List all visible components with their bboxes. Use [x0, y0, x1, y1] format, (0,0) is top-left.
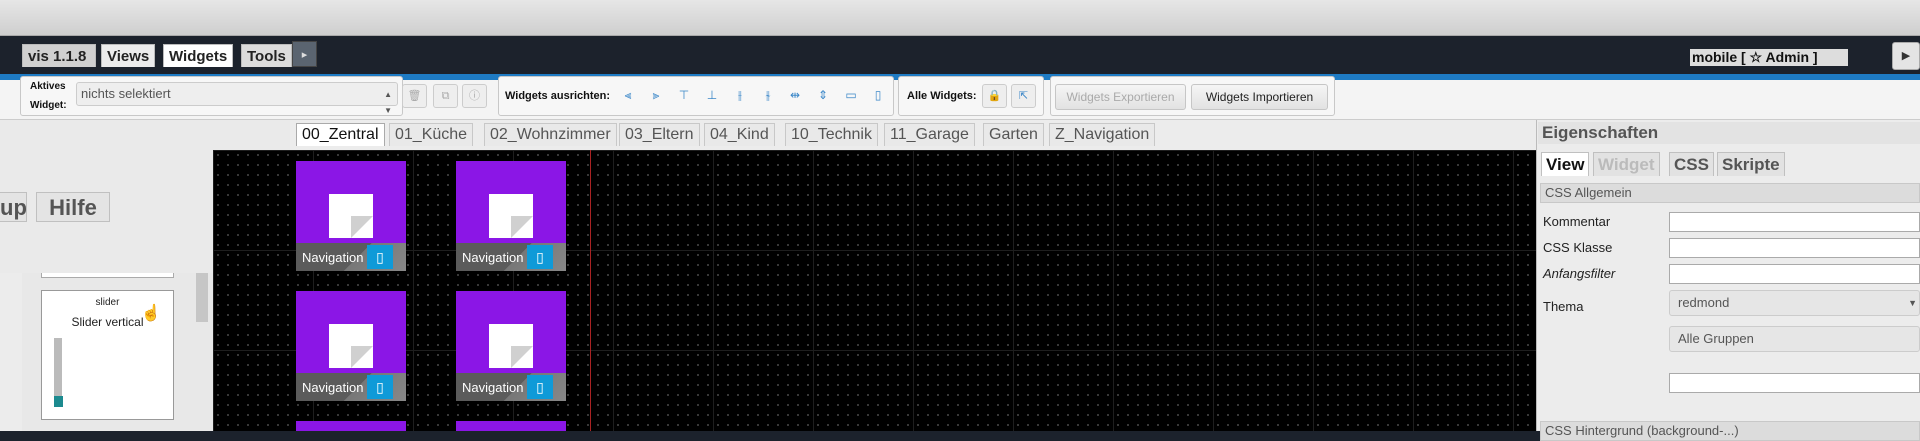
same-height-icon[interactable]: ▯	[870, 88, 886, 103]
tile-label: Navigation	[462, 250, 524, 265]
css-class-label: CSS Klasse	[1543, 240, 1613, 255]
tile-label: Navigation	[462, 380, 524, 395]
document-fold	[351, 346, 373, 368]
lock-all-button[interactable]: 🔒	[982, 84, 1007, 108]
same-width-icon[interactable]: ▭	[843, 88, 859, 103]
document-fold	[511, 216, 533, 238]
file-icon: ▯	[527, 375, 553, 399]
align-widgets-label: Widgets ausrichten:	[505, 90, 611, 102]
tab-page-1[interactable]: 01_Küche	[389, 123, 474, 146]
navigation-tile[interactable]	[456, 421, 566, 431]
tab-page-3[interactable]: 03_Eltern	[619, 123, 700, 146]
all-widgets-label: Alle Widgets:	[907, 90, 977, 102]
chevron-down-icon: ▼	[1908, 298, 1917, 308]
guide-line	[590, 150, 591, 431]
document-fold	[511, 346, 533, 368]
copy-icon: ⧉	[441, 90, 450, 102]
collapse-button[interactable]: ▸	[292, 41, 317, 67]
version-tab[interactable]: vis 1.1.8	[22, 44, 96, 67]
widget-card-slider[interactable]: slider Slider vertical ☝	[41, 290, 174, 420]
navigation-tile[interactable]: Navigation ▯	[456, 291, 566, 401]
open-all-button[interactable]: ⇱	[1011, 84, 1036, 108]
comment-input[interactable]	[1669, 212, 1920, 232]
export-widgets-button[interactable]: Widgets Exportieren	[1055, 84, 1186, 110]
align-right-icon[interactable]: ⫸	[648, 88, 664, 103]
start-filter-input[interactable]	[1669, 264, 1920, 284]
trash-icon: 🗑	[407, 90, 422, 102]
document-fold	[351, 216, 373, 238]
comment-label: Kommentar	[1543, 214, 1611, 229]
file-icon: ▯	[367, 245, 393, 269]
info-widget-button[interactable]: ⓘ	[462, 84, 487, 108]
navigation-tile[interactable]	[296, 421, 406, 431]
tab-page-4[interactable]: 04_Kind	[704, 123, 775, 146]
groups-select[interactable]: Alle Gruppen	[1669, 326, 1920, 352]
external-link-icon: ⇱	[1018, 90, 1029, 102]
info-icon: ⓘ	[469, 90, 480, 102]
slider-fill	[54, 396, 63, 407]
align-center-v-icon[interactable]: ⫲	[732, 88, 748, 103]
user-indicator: mobile [ ☆ Admin ]	[1690, 49, 1848, 66]
align-bottom-icon[interactable]: ⊥	[704, 88, 720, 103]
tab-page-2[interactable]: 02_Wohnzimmer	[484, 123, 617, 146]
chevron-updown-icon: ▲ ▼	[384, 90, 392, 115]
css-class-input[interactable]	[1669, 238, 1920, 258]
tab-page-8[interactable]: Z_Navigation	[1049, 123, 1156, 146]
tile-label: Navigation	[302, 380, 364, 395]
section-css-general[interactable]: CSS Allgemein	[1540, 183, 1920, 203]
help-tab[interactable]: Hilfe	[36, 192, 110, 222]
delete-widget-button[interactable]: 🗑	[402, 84, 427, 108]
tab-view[interactable]: View	[1541, 152, 1590, 176]
groups-input[interactable]	[1669, 373, 1920, 393]
navigation-tile[interactable]: Navigation ▯	[456, 161, 566, 271]
file-icon: ▯	[527, 245, 553, 269]
active-widget-label-2: Widget:	[30, 100, 67, 111]
theme-select[interactable]: redmond ▼	[1669, 290, 1920, 316]
active-widget-label: Aktives	[30, 81, 66, 92]
active-widget-select[interactable]: nichts selektiert ▲ ▼	[76, 82, 398, 115]
editor-canvas[interactable]	[213, 150, 1536, 431]
lock-icon: 🔒	[987, 90, 1002, 102]
distribute-h-icon[interactable]: ⇹	[787, 88, 803, 103]
hand-pointer-icon: ☝	[141, 305, 161, 322]
start-filter-label: Anfangsfilter	[1543, 266, 1616, 281]
navigation-tile[interactable]: Navigation ▯	[296, 161, 406, 271]
tab-scripts[interactable]: Skripte	[1717, 152, 1785, 176]
browser-top-strip	[0, 0, 1920, 36]
distribute-v-icon[interactable]: ⇕	[815, 88, 831, 103]
tools-tab[interactable]: Tools	[241, 44, 292, 67]
tile-label: Navigation	[302, 250, 364, 265]
tab-widget[interactable]: Widget	[1593, 152, 1660, 176]
navigation-tile[interactable]: Navigation ▯	[296, 291, 406, 401]
import-widgets-button[interactable]: Widgets Importieren	[1191, 84, 1328, 110]
properties-title: Eigenschaften	[1538, 122, 1920, 144]
tab-page-5[interactable]: 10_Technik	[785, 123, 878, 146]
setup-tab[interactable]: up	[0, 192, 27, 222]
play-button[interactable]: ▶	[1892, 42, 1920, 70]
section-css-background[interactable]: CSS Hintergrund (background-...)	[1540, 421, 1920, 441]
tab-css[interactable]: CSS	[1669, 152, 1714, 176]
align-left-icon[interactable]: ⫷	[620, 88, 636, 103]
file-icon: ▯	[367, 375, 393, 399]
copy-widget-button[interactable]: ⧉	[433, 84, 458, 108]
active-widget-value: nichts selektiert	[81, 86, 171, 101]
tab-page-0[interactable]: 00_Zentral	[296, 123, 385, 146]
theme-value: redmond	[1678, 295, 1730, 310]
views-tab[interactable]: Views	[101, 44, 156, 67]
theme-label: Thema	[1543, 299, 1584, 314]
align-center-h-icon[interactable]: ⫳	[760, 88, 776, 103]
tab-page-6[interactable]: 11_Garage	[884, 123, 975, 146]
slider-track	[54, 338, 62, 398]
tab-page-7[interactable]: Garten	[983, 123, 1044, 146]
groups-value: Alle Gruppen	[1678, 331, 1754, 346]
align-top-icon[interactable]: ⊤	[676, 88, 692, 103]
widgets-tab[interactable]: Widgets	[163, 44, 234, 67]
